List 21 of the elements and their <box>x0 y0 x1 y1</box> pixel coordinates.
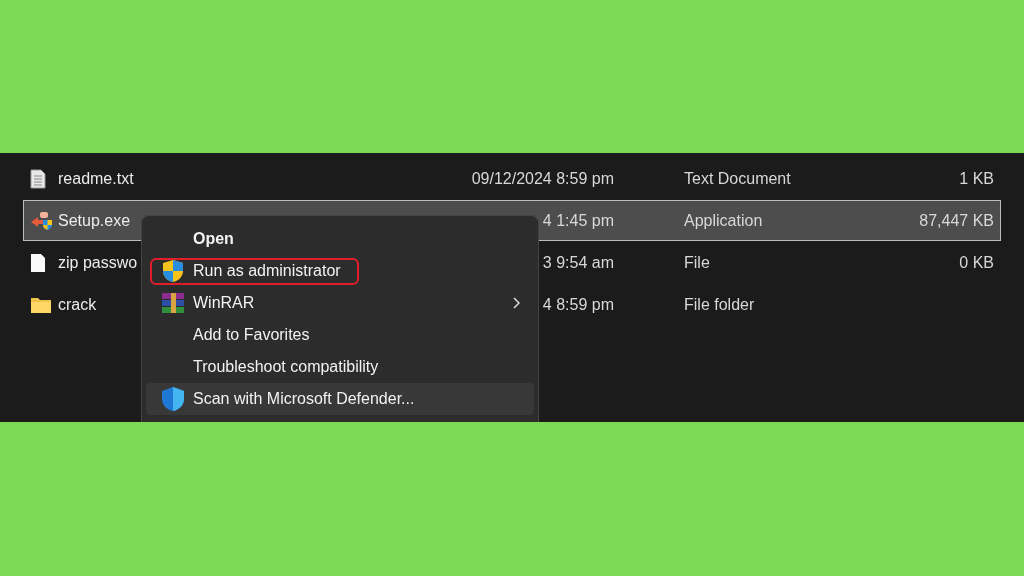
file-size: 0 KB <box>959 252 994 273</box>
menu-label: WinRAR <box>193 293 255 313</box>
date-modified: 09/12/2024 8:59 pm <box>471 168 614 189</box>
file-name: zip passwo <box>58 252 138 273</box>
file-name: Setup.exe <box>58 210 131 231</box>
file-size: 87,447 KB <box>919 210 994 231</box>
menu-label: Troubleshoot compatibility <box>193 357 379 377</box>
date-modified: 4 1:45 pm <box>542 210 614 231</box>
menu-label: Run as administrator <box>193 261 341 281</box>
menu-label: Open <box>193 229 234 249</box>
menu-label: Add to Favorites <box>193 325 310 345</box>
file-type: File <box>684 253 710 271</box>
date-modified: 3 9:54 am <box>542 252 614 273</box>
date-modified: 4 8:59 pm <box>542 294 614 315</box>
file-name: crack <box>58 294 97 315</box>
file-type: File folder <box>684 295 755 313</box>
file-size: 1 KB <box>959 168 994 189</box>
file-type: Application <box>684 211 763 229</box>
menu-label: Scan with Microsoft Defender... <box>193 389 415 409</box>
file-name: readme.txt <box>58 168 134 189</box>
file-type: Text Document <box>684 169 791 187</box>
